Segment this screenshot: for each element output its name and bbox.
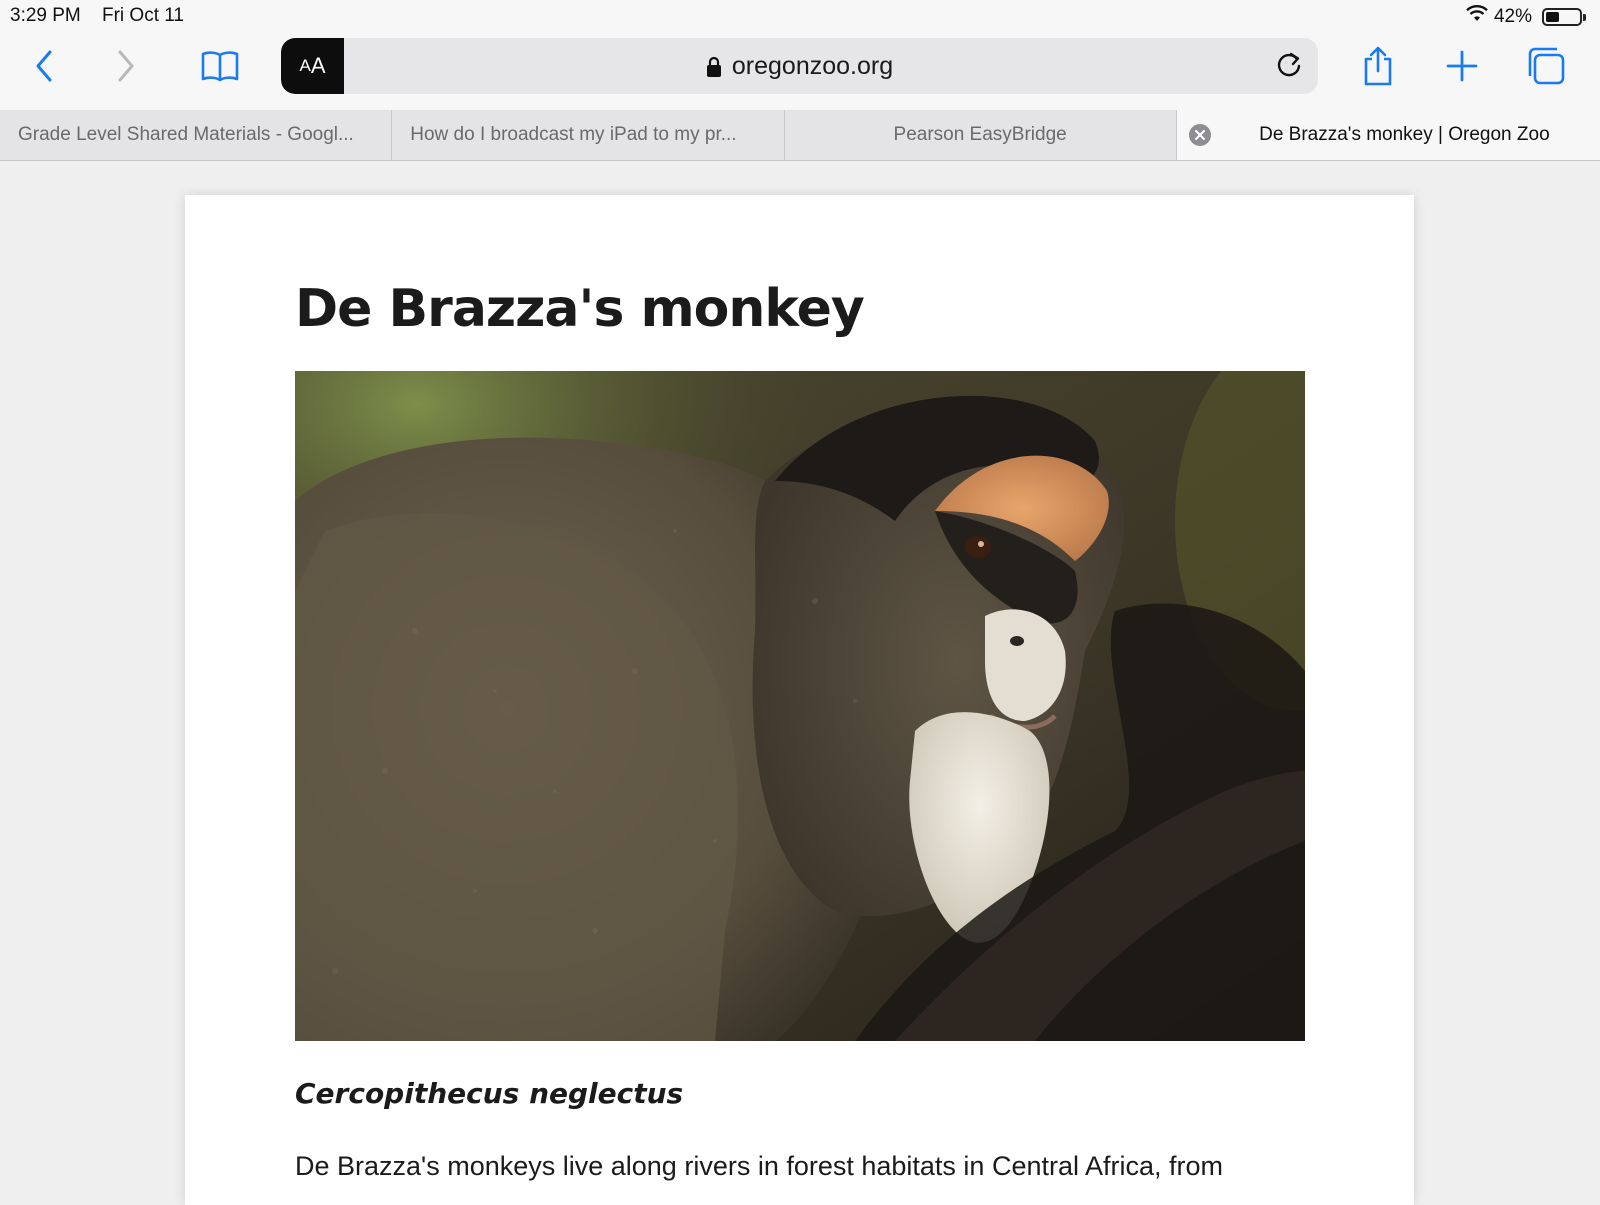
reload-button[interactable] — [1274, 50, 1304, 85]
page-viewport[interactable]: De Brazza's monkey Cercopithecus neglect… — [0, 161, 1600, 1205]
tab-label: How do I broadcast my iPad to my pr... — [410, 124, 737, 145]
reload-icon — [1277, 52, 1301, 77]
browser-toolbar: AA oregonzoo.org — [0, 34, 1600, 110]
bookmarks-button[interactable] — [198, 44, 242, 88]
article-body: De Brazza's monkeys live along rivers in… — [295, 1151, 1224, 1181]
wifi-icon — [1466, 5, 1488, 29]
status-indicators: 42% — [1466, 5, 1586, 29]
address-bar[interactable]: AA oregonzoo.org — [281, 38, 1318, 94]
bookmarks-icon — [201, 51, 239, 82]
battery-level — [1546, 12, 1559, 22]
url-text: oregonzoo.org — [731, 52, 894, 80]
battery-percent: 42% — [1493, 6, 1532, 27]
new-tab-button[interactable] — [1442, 46, 1482, 86]
back-button[interactable] — [28, 46, 60, 86]
status-date: Fri Oct 11 — [102, 5, 184, 26]
forward-button[interactable] — [110, 46, 142, 86]
show-tabs-button[interactable] — [1524, 44, 1568, 88]
reader-article: De Brazza's monkey Cercopithecus neglect… — [185, 195, 1414, 1205]
tab-bar: Grade Level Shared Materials - Googl... … — [0, 110, 1600, 161]
battery-icon — [1542, 8, 1586, 26]
tab-label: Pearson EasyBridge — [893, 124, 1067, 145]
status-bar: 3:29 PM Fri Oct 11 42% — [0, 0, 1600, 34]
page-title: De Brazza's monkey — [295, 279, 865, 339]
status-time: 3:29 PM — [10, 5, 81, 26]
back-icon — [36, 50, 52, 82]
tab-oregon-zoo[interactable]: De Brazza's monkey | Oregon Zoo — [1176, 110, 1600, 160]
url-display[interactable]: oregonzoo.org — [281, 52, 1318, 85]
tab-label: De Brazza's monkey | Oregon Zoo — [1259, 124, 1550, 145]
tab-grade-level[interactable]: Grade Level Shared Materials - Googl... — [0, 110, 393, 160]
tab-broadcast-ipad[interactable]: How do I broadcast my iPad to my pr... — [392, 110, 785, 160]
share-button[interactable] — [1358, 42, 1398, 90]
tabs-icon — [1528, 47, 1565, 85]
close-tab-button[interactable] — [1188, 124, 1211, 146]
scientific-name: Cercopithecus neglectus — [295, 1077, 684, 1110]
lock-icon — [706, 56, 721, 77]
close-icon — [1194, 130, 1205, 140]
share-icon — [1364, 46, 1392, 86]
new-tab-icon — [1446, 50, 1478, 82]
monkey-photo — [295, 371, 1305, 1041]
tab-label: Grade Level Shared Materials - Googl... — [18, 124, 354, 145]
tab-pearson[interactable]: Pearson EasyBridge — [785, 110, 1177, 160]
forward-icon — [118, 50, 134, 82]
